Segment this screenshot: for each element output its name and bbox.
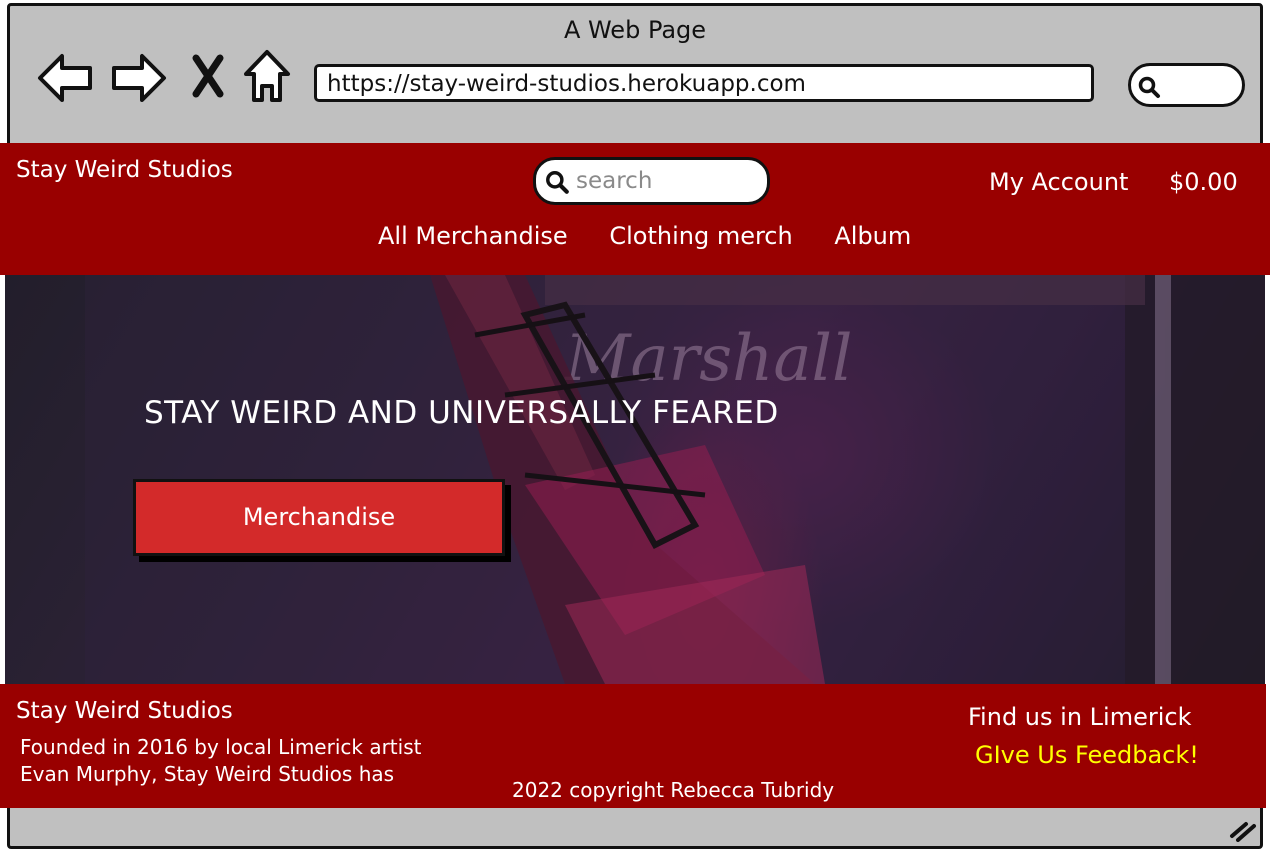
footer-brand: Stay Weird Studios: [16, 698, 233, 724]
back-arrow-icon[interactable]: [36, 50, 94, 106]
site-search-field[interactable]: [533, 157, 770, 205]
search-icon: [1138, 76, 1160, 98]
browser-title: A Web Page: [563, 16, 707, 44]
main-nav: All Merchandise Clothing merch Album: [378, 222, 945, 250]
site-header: Stay Weird Studios My Account $0.00 All …: [0, 143, 1270, 275]
home-icon[interactable]: [242, 48, 292, 104]
hero-banner: Marshall STAY WEIRD AND UNIVERSALLY FEAR…: [5, 275, 1265, 684]
site-brand[interactable]: Stay Weird Studios: [16, 157, 233, 183]
cart-total-link[interactable]: $0.00: [1169, 168, 1238, 196]
forward-arrow-icon[interactable]: [110, 50, 168, 106]
browser-search-field[interactable]: [1128, 63, 1245, 107]
feedback-link[interactable]: GIve Us Feedback!: [975, 741, 1199, 769]
footer-about-line: Founded in 2016 by local Limerick artist: [20, 735, 422, 759]
nav-item-all-merchandise[interactable]: All Merchandise: [378, 222, 568, 250]
search-icon: [546, 171, 569, 194]
resize-grip-icon[interactable]: [1228, 818, 1258, 842]
search-input[interactable]: [574, 164, 758, 198]
hero-title: STAY WEIRD AND UNIVERSALLY FEARED: [144, 395, 779, 431]
footer-copyright: 2022 copyright Rebecca Tubridy: [512, 778, 835, 802]
footer-about-text: Founded in 2016 by local Limerick artist…: [20, 734, 440, 788]
my-account-link[interactable]: My Account: [989, 168, 1128, 196]
footer-about-line: Evan Murphy, Stay Weird Studios has: [20, 762, 395, 786]
find-us-link[interactable]: Find us in Limerick: [968, 703, 1191, 731]
close-icon[interactable]: [190, 54, 226, 98]
url-bar[interactable]: https://stay-weird-studios.herokuapp.com: [314, 64, 1094, 102]
nav-item-album[interactable]: Album: [834, 222, 911, 250]
site-footer: Stay Weird Studios Founded in 2016 by lo…: [0, 684, 1266, 808]
merchandise-button[interactable]: Merchandise: [133, 479, 505, 556]
nav-item-clothing-merch[interactable]: Clothing merch: [609, 222, 792, 250]
